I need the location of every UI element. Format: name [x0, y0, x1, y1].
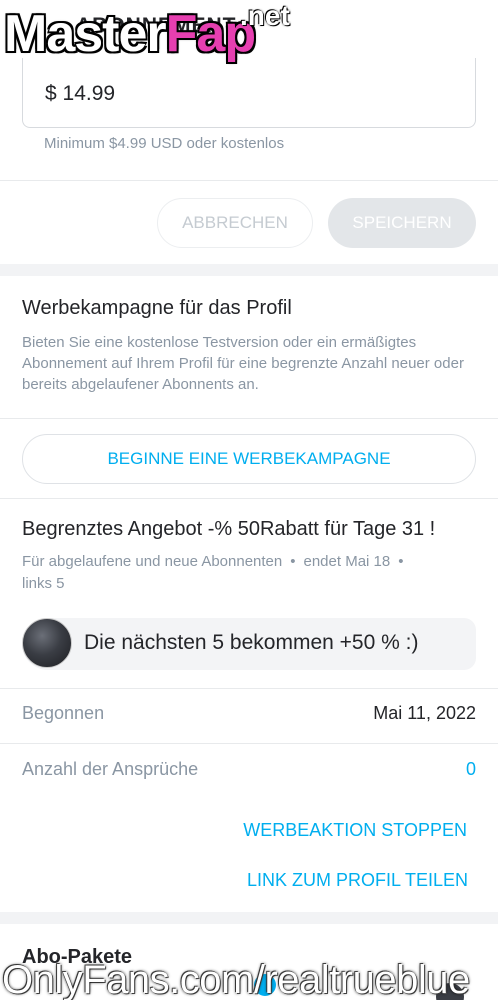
avatar[interactable] — [22, 618, 72, 668]
cancel-button[interactable]: ABBRECHEN — [157, 198, 313, 248]
offer-meta: Für abgelaufene und neue Abonnenten • ende… — [22, 551, 472, 595]
offer-title: Begrenztes Angebot -% 50Rabatt für Tage … — [22, 518, 436, 540]
price-value[interactable]: $ 14.99 — [45, 82, 115, 106]
subscription-price-input[interactable]: $ 14.99 — [22, 58, 476, 128]
offer-message-text: Die nächsten 5 bekommen +50 % :) — [84, 631, 419, 654]
campaign-description: Bieten Sie eine kostenlose Testversion o… — [22, 334, 464, 393]
offer-remaining: links 5 — [22, 575, 65, 592]
campaign-title: Werbekampagne für das Profil — [22, 297, 292, 319]
offer-audience: Für abgelaufene und neue Abonnenten — [22, 553, 283, 570]
price-hint: Minimum $4.99 USD oder kostenlos — [44, 135, 285, 152]
divider — [0, 743, 498, 744]
claims-label: Anzahl der Ansprüche — [22, 759, 199, 779]
watermark-logo: MasterFap — [4, 4, 256, 64]
divider — [0, 180, 498, 181]
claims-value[interactable]: 0 — [466, 759, 476, 780]
share-profile-link-button[interactable]: LINK ZUM PROFIL TEILEN — [247, 870, 468, 891]
offer-ends: endet Mai 18 — [303, 553, 391, 570]
section-separator — [0, 912, 498, 924]
watermark-net: .net — [240, 0, 290, 31]
start-campaign-button[interactable]: BEGINNE EINE WERBEKAMPAGNE — [22, 434, 476, 484]
started-label: Begonnen — [22, 703, 105, 723]
section-separator — [0, 264, 498, 276]
footer-watermark: OnlyFans.com/realtrueblue — [2, 958, 470, 1000]
divider — [0, 418, 498, 419]
stop-promotion-button[interactable]: WERBEAKTION STOPPEN — [243, 820, 467, 841]
started-value: Mai 11, 2022 — [373, 703, 476, 723]
watermark-main: Master — [4, 5, 167, 63]
divider — [0, 688, 498, 689]
divider — [0, 498, 498, 499]
save-button[interactable]: SPEICHERN — [328, 198, 476, 248]
offer-message: Die nächsten 5 bekommen +50 % :) — [22, 618, 476, 670]
separator-dot: • — [398, 553, 404, 570]
separator-dot: • — [290, 553, 296, 570]
